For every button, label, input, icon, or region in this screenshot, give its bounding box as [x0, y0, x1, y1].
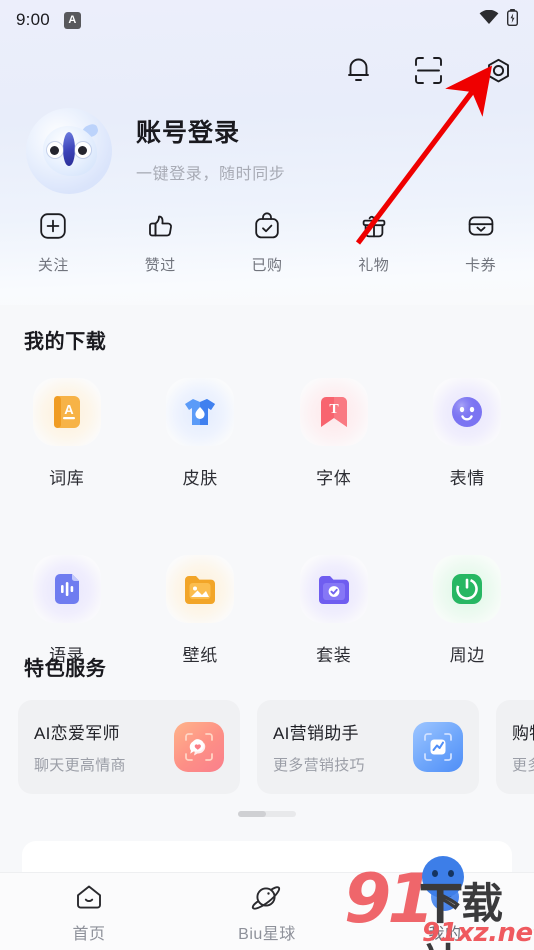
download-item-label: 皮肤: [182, 469, 218, 488]
coupon-card-icon: [467, 210, 495, 242]
settings-gear-icon[interactable]: [480, 52, 516, 88]
quick-action-label: 礼物: [358, 257, 390, 274]
quick-action-label: 赞过: [144, 257, 176, 274]
download-item-suite[interactable]: 套装: [267, 555, 401, 666]
service-card-love-coach[interactable]: AI恋爱军师 聊天更高情商: [18, 700, 240, 794]
battery-icon: [506, 9, 519, 31]
service-card-title: AI营销助手: [273, 724, 359, 743]
nav-item-label: Biu星球: [238, 925, 296, 943]
service-card-subtitle: 聊天更高情商: [34, 757, 126, 774]
wallpaper-folder-icon: [166, 555, 235, 623]
gift-box-icon: [360, 210, 388, 242]
download-item-font[interactable]: T 字体: [267, 378, 401, 489]
download-item-quotes[interactable]: 语录: [0, 555, 134, 666]
download-item-peripheral[interactable]: 周边: [401, 555, 534, 666]
download-item-wallpaper[interactable]: 壁纸: [134, 555, 268, 666]
pager-thumb: [238, 811, 266, 817]
status-app-badge-icon: A: [63, 11, 81, 29]
bottom-navigation: 首页 Biu星球 我的: [0, 872, 534, 950]
profile-row[interactable]: 账号登录 一键登录，随时同步: [26, 108, 285, 194]
thumbs-up-icon: [146, 210, 174, 242]
nav-item-profile[interactable]: 我的: [356, 873, 534, 950]
font-icon: T: [299, 378, 368, 446]
status-indicators: [479, 9, 519, 31]
quick-action-follow[interactable]: 关注: [0, 210, 107, 275]
download-item-dictionary[interactable]: A 词库: [0, 378, 134, 489]
marketing-chart-icon: [413, 722, 463, 772]
download-item-label: 词库: [49, 469, 85, 488]
notification-bell-icon[interactable]: [340, 52, 376, 88]
svg-text:A: A: [64, 402, 74, 417]
service-card-title: 购物省: [512, 724, 534, 743]
header-icon-row: [340, 52, 516, 88]
quick-action-label: 已购: [251, 257, 283, 274]
status-bar: 9:00 A: [0, 0, 534, 40]
service-card-title: AI恋爱军师: [34, 724, 120, 743]
scan-code-icon[interactable]: [410, 52, 446, 88]
login-title[interactable]: 账号登录: [136, 118, 285, 148]
follow-plus-icon: [39, 210, 67, 242]
quick-action-gift[interactable]: 礼物: [320, 210, 427, 275]
services-section-title: 特色服务: [24, 658, 107, 680]
quick-action-row: 关注 赞过 已购 礼物 卡券: [0, 210, 534, 275]
download-item-emoji[interactable]: 表情: [401, 378, 534, 489]
peripheral-power-icon: [433, 555, 502, 623]
nav-item-home[interactable]: 首页: [0, 873, 178, 950]
nav-item-biu-planet[interactable]: Biu星球: [178, 873, 356, 950]
service-card-text: AI营销助手 更多营销技巧: [273, 719, 413, 775]
svg-text:T: T: [329, 402, 339, 417]
home-icon: [74, 880, 104, 914]
download-item-label: 周边: [449, 646, 485, 665]
service-card-marketing[interactable]: AI营销助手 更多营销技巧: [257, 700, 479, 794]
avatar-eye-right: [75, 142, 91, 158]
nav-item-label: 我的: [428, 925, 462, 943]
download-item-label: 壁纸: [182, 646, 218, 665]
service-card-subtitle: 更多优: [512, 757, 534, 774]
love-chat-icon: [174, 722, 224, 772]
wifi-icon: [479, 9, 499, 30]
planet-icon: [251, 880, 283, 914]
pager-track[interactable]: [238, 811, 296, 817]
nav-avatar-face: [431, 882, 459, 911]
profile-text: 账号登录 一键登录，随时同步: [136, 118, 285, 184]
downloads-section-title: 我的下载: [24, 331, 107, 353]
purchased-bag-icon: [253, 210, 281, 242]
dictionary-icon: A: [32, 378, 101, 446]
suite-folder-icon: [299, 555, 368, 623]
avatar-eye-left: [47, 142, 63, 158]
service-card-shopping[interactable]: 购物省 更多优: [496, 700, 534, 794]
user-avatar-bird[interactable]: [26, 108, 112, 194]
service-card-text: 购物省 更多优: [512, 719, 534, 775]
profile-avatar-icon: [431, 880, 459, 914]
status-time: 9:00: [16, 10, 50, 29]
quick-action-purchased[interactable]: 已购: [214, 210, 321, 275]
login-subtitle: 一键登录，随时同步: [136, 166, 286, 183]
download-item-label: 套装: [316, 646, 352, 665]
avatar-beak: [63, 132, 75, 166]
download-item-label: 字体: [316, 469, 352, 488]
app-root: 9:00 A 账号登录 一键登录，随时同步 关注 赞过 已购 礼物 卡券 我的下…: [0, 0, 534, 950]
nav-item-label: 首页: [72, 925, 106, 943]
skin-tshirt-icon: [166, 378, 235, 446]
service-card-text: AI恋爱军师 聊天更高情商: [34, 719, 174, 775]
quick-action-coupon[interactable]: 卡券: [427, 210, 534, 275]
downloads-grid: A 词库 皮肤 T 字体 表情 语录 壁纸 套装 周边: [0, 378, 534, 666]
quick-action-label: 关注: [37, 257, 69, 274]
quotes-doc-icon: [32, 555, 101, 623]
quick-action-liked[interactable]: 赞过: [107, 210, 214, 275]
download-item-label: 表情: [449, 469, 485, 488]
quick-action-label: 卡券: [465, 257, 497, 274]
emoji-face-icon: [433, 378, 502, 446]
download-item-skin[interactable]: 皮肤: [134, 378, 268, 489]
service-card-subtitle: 更多营销技巧: [273, 757, 365, 774]
services-pager[interactable]: [0, 811, 534, 817]
services-card-row[interactable]: AI恋爱军师 聊天更高情商 AI营销助手 更多营销技巧 购 更: [18, 700, 534, 794]
